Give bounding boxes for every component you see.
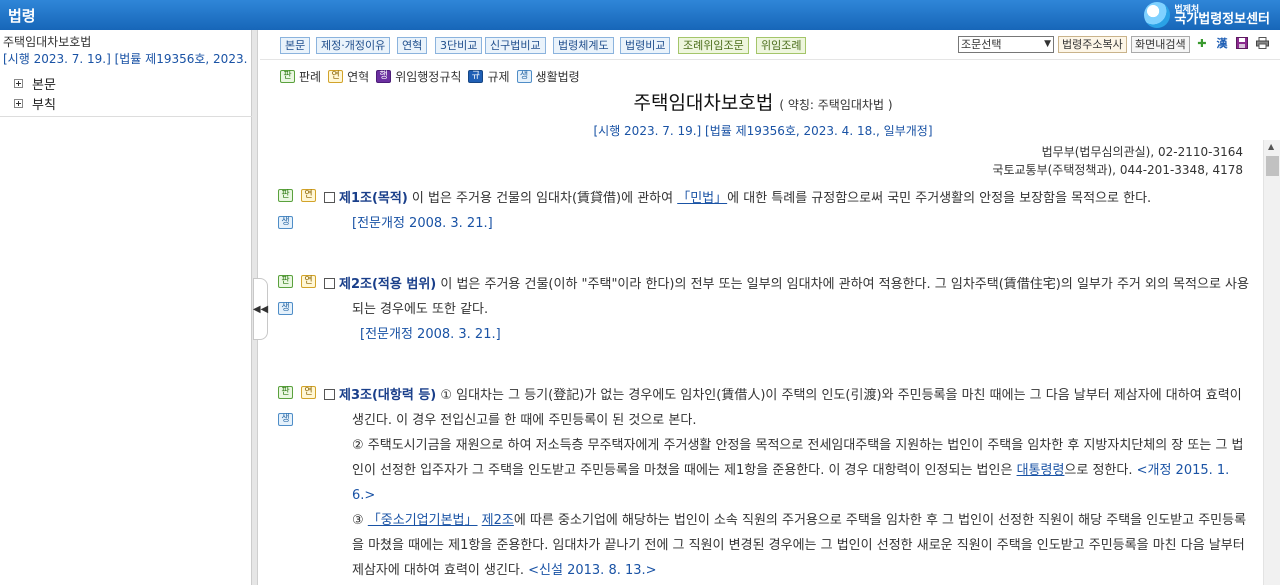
- chevron-down-icon: ▼: [1044, 39, 1051, 49]
- content-scrollbar[interactable]: ▲: [1263, 140, 1280, 585]
- scroll-up-icon[interactable]: ▲: [1268, 142, 1274, 151]
- article-title[interactable]: 제3조(대항력 등): [339, 388, 436, 403]
- history-badge-icon[interactable]: 연: [301, 275, 316, 288]
- article-checkbox[interactable]: [324, 389, 335, 400]
- legend-label: 연혁: [347, 70, 370, 84]
- page-title: 주택임대차보호법 ( 약칭: 주택임대차법 ): [258, 88, 1268, 115]
- paragraph-1: 제3조(대항력 등) ① 임대차는 그 등기(登記)가 없는 경우에도 임차인(…: [324, 383, 1253, 433]
- save-icon[interactable]: [1235, 37, 1249, 51]
- btn-delegated-ordinance[interactable]: 위임조례: [756, 37, 807, 54]
- article-title[interactable]: 제1조(목적): [339, 191, 408, 206]
- dept-contact-1: 법무부(법무심의관실), 02-2110-3164: [1041, 145, 1243, 159]
- presidential-decree-link[interactable]: 대통령령: [1017, 463, 1065, 478]
- screen-search-button[interactable]: 화면내검색: [1131, 36, 1190, 53]
- precedent-badge-icon: 판: [280, 70, 295, 83]
- btn-law-structure[interactable]: 법령체계도: [553, 37, 614, 54]
- article-2: 판 연 생 제2조(적용 범위) 이 법은 주거용 건물(이하 "주택"이라 한…: [278, 272, 1253, 347]
- living-law-badge-icon: 생: [516, 70, 532, 83]
- legend-item-regulation: 규 규제: [468, 68, 510, 85]
- legend-item-admin-rule: 행 위임행정규칙: [376, 68, 461, 85]
- amendment-note: <신설 2013. 8. 13.>: [528, 563, 657, 578]
- toolbar: 본문 제정·개정이유 연혁 3단비교 신구법비교 법령체계도 법령비교 조례위임…: [260, 30, 1280, 60]
- legend-label: 위임행정규칙: [395, 70, 462, 84]
- btn-enact-reason[interactable]: 제정·개정이유: [316, 37, 391, 54]
- article-body: 제2조(적용 범위) 이 법은 주거용 건물(이하 "주택"이라 한다)의 전부…: [324, 272, 1253, 347]
- article-2-link[interactable]: 제2조: [482, 513, 514, 528]
- btn-old-new-compare[interactable]: 신구법비교: [485, 37, 546, 54]
- brand-name: 국가법령정보센터: [1174, 12, 1270, 27]
- article-1: 판 연 생 제1조(목적) 이 법은 주거용 건물의 임대차(賃貸借)에 관하여…: [278, 186, 1253, 236]
- expand-icon[interactable]: [14, 98, 23, 108]
- btn-ordinance-delegation[interactable]: 조례위임조문: [678, 37, 749, 54]
- article-body: 제3조(대항력 등) ① 임대차는 그 등기(登記)가 없는 경우에도 임차인(…: [324, 383, 1253, 583]
- history-badge-icon[interactable]: 연: [301, 386, 316, 399]
- paragraph-text: ① 임대차는 그 등기(登記)가 없는 경우에도 임차인(賃借人)이 주택의 인…: [352, 388, 1242, 428]
- article-3: 판 연 생 제3조(대항력 등) ① 임대차는 그 등기(登記)가 없는 경우에…: [278, 383, 1253, 583]
- living-law-badge-icon[interactable]: 생: [278, 302, 293, 315]
- civil-act-link[interactable]: 「민법」: [677, 191, 727, 206]
- tree-item-label[interactable]: 부칙: [32, 94, 56, 113]
- article-text: 이 법은 주거용 건물의 임대차(賃貸借)에 관하여: [407, 191, 678, 206]
- legend-item-living-law: 생 생활법령: [516, 68, 580, 85]
- admin-rule-badge-icon: 행: [376, 70, 392, 83]
- favorite-add-icon[interactable]: ✚: [1195, 37, 1209, 51]
- article-select-value: 조문선택: [961, 38, 1002, 51]
- btn-law-compare[interactable]: 법령비교: [620, 37, 671, 54]
- hanja-toggle-icon[interactable]: 漢: [1215, 37, 1229, 51]
- precedent-badge-icon[interactable]: 판: [278, 386, 293, 399]
- sidebar: 주택임대차보호법 [시행 2023. 7. 19.] [법률 제19356호, …: [0, 30, 252, 585]
- article-checkbox[interactable]: [324, 278, 335, 289]
- tree-item-label[interactable]: 본문: [32, 74, 56, 93]
- copy-address-button[interactable]: 법령주소복사: [1058, 36, 1127, 53]
- paragraph-text: 으로 정한다.: [1064, 463, 1137, 478]
- header-title: 법령: [8, 7, 36, 25]
- article-select[interactable]: 조문선택 ▼: [958, 36, 1054, 53]
- brand-emblem-icon: [1144, 2, 1171, 28]
- brand-logo[interactable]: 법제처 국가법령정보센터: [1144, 1, 1270, 29]
- law-title-text: 주택임대차보호법: [633, 92, 774, 114]
- history-badge-icon[interactable]: 연: [301, 189, 316, 202]
- article-checkbox[interactable]: [324, 192, 335, 203]
- law-abbreviation: ( 약칭: 주택임대차법 ): [779, 98, 893, 112]
- top-header: 법령 법제처 국가법령정보센터: [0, 0, 1280, 30]
- sidebar-law-name[interactable]: 주택임대차보호법: [0, 30, 251, 50]
- sme-act-link[interactable]: 「중소기업기본법」: [368, 513, 478, 528]
- precedent-badge-icon[interactable]: 판: [278, 275, 293, 288]
- history-badge-icon: 연: [328, 70, 344, 83]
- collapse-panel-icon[interactable]: ◀◀: [253, 278, 268, 340]
- living-law-badge-icon[interactable]: 생: [278, 216, 293, 229]
- living-law-badge-icon[interactable]: 생: [278, 413, 293, 426]
- article-text: 에 대한 특례를 규정함으로써 국민 주거생활의 안정을 보장함을 목적으로 한…: [727, 191, 1152, 206]
- paragraph-3: ③ 「중소기업기본법」 제2조에 따른 중소기업에 해당하는 법인이 소속 직원…: [324, 508, 1253, 583]
- amendment-note: [전문개정 2008. 3. 21.]: [360, 327, 501, 342]
- sidebar-divider: [0, 116, 252, 117]
- article-text: 이 법은 주거용 건물(이하 "주택"이라 한다)의 전부 또는 일부의 임대차…: [352, 277, 1249, 317]
- print-icon[interactable]: [1255, 37, 1269, 51]
- legend-item-history: 연 연혁: [328, 68, 369, 85]
- article-title[interactable]: 제2조(적용 범위): [339, 277, 436, 292]
- expand-icon[interactable]: [14, 78, 23, 88]
- legend-label: 판례: [299, 70, 322, 84]
- scrollbar-thumb[interactable]: [1266, 156, 1279, 176]
- tree-item-main[interactable]: 본문: [0, 73, 251, 93]
- legend-label: 규제: [487, 70, 510, 84]
- legend-item-precedent: 판 판례: [280, 68, 321, 85]
- btn-history[interactable]: 연혁: [397, 37, 428, 54]
- sidebar-law-info[interactable]: [시행 2023. 7. 19.] [법률 제19356호, 2023. 4. …: [0, 50, 251, 67]
- btn-main-text[interactable]: 본문: [280, 37, 311, 54]
- article-body: 제1조(목적) 이 법은 주거용 건물의 임대차(賃貸借)에 관하여 「민법」에…: [324, 186, 1253, 236]
- law-enforcement-info: [시행 2023. 7. 19.] [법률 제19356호, 2023. 4. …: [593, 124, 933, 138]
- paragraph-2: ② 주택도시기금을 재원으로 하여 저소득층 무주택자에게 주거생활 안정을 목…: [324, 433, 1253, 508]
- amendment-note: [전문개정 2008. 3. 21.]: [352, 216, 493, 231]
- btn-three-compare[interactable]: 3단비교: [435, 37, 483, 54]
- tree-item-addenda[interactable]: 부칙: [0, 93, 251, 113]
- regulation-badge-icon: 규: [468, 70, 484, 83]
- legend-label: 생활법령: [535, 70, 580, 84]
- sidebar-tree: 본문 부칙: [0, 73, 251, 113]
- paragraph-number: ③: [352, 513, 368, 528]
- legend: 판 판례 연 연혁 행 위임행정규칙 규 규제 생 생활법령: [280, 68, 587, 85]
- dept-contact-2: 국토교통부(주택정책과), 044-201-3348, 4178: [992, 163, 1243, 177]
- precedent-badge-icon[interactable]: 판: [278, 189, 293, 202]
